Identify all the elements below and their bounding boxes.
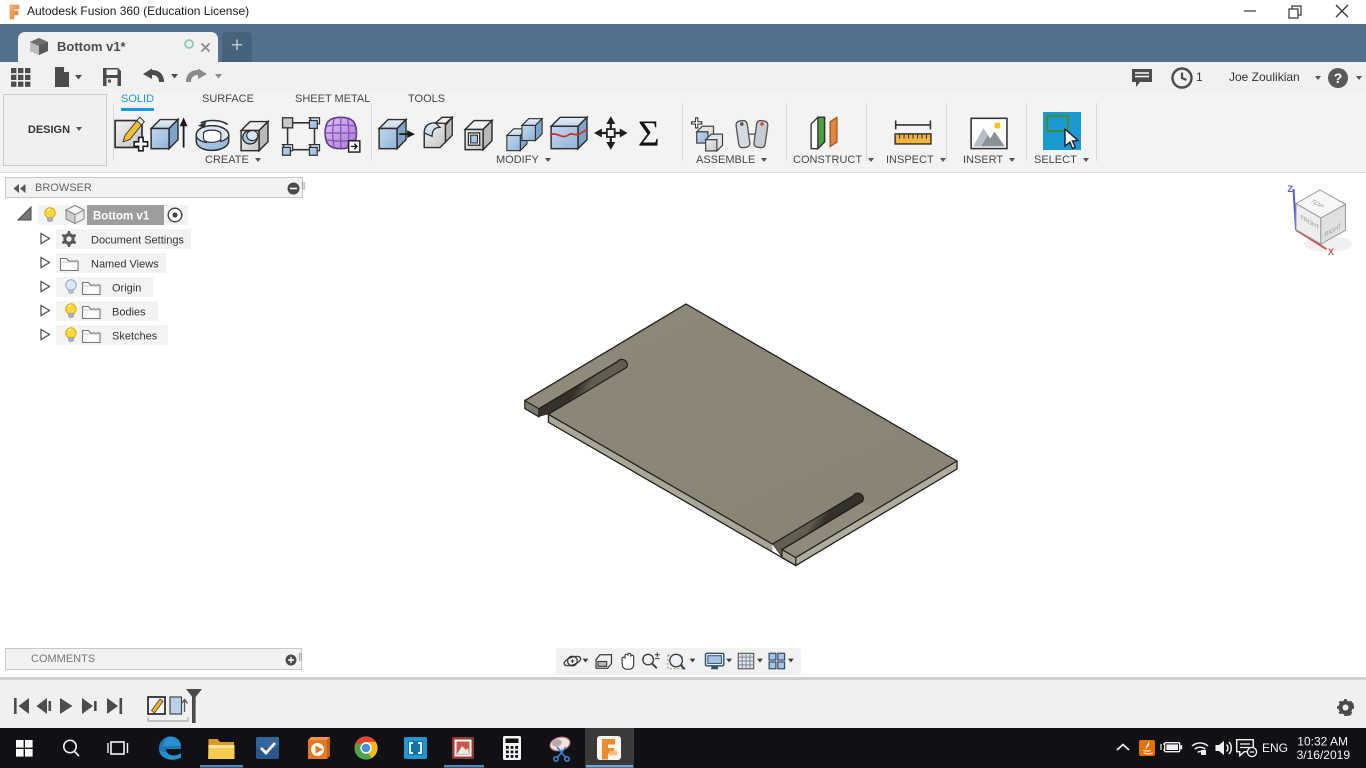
svg-text:Sketches: Sketches xyxy=(112,331,158,343)
svg-text:ENG: ENG xyxy=(1262,741,1288,755)
svg-text:Σ: Σ xyxy=(638,114,660,155)
svg-text:3/16/2019: 3/16/2019 xyxy=(1297,748,1351,762)
svg-text:?: ? xyxy=(1334,70,1343,86)
svg-text:Z: Z xyxy=(1288,184,1294,194)
svg-text:Named Views: Named Views xyxy=(91,259,159,271)
svg-text:10:32 AM: 10:32 AM xyxy=(1297,735,1348,749)
svg-text:Bodies: Bodies xyxy=(112,307,146,319)
svg-text:Bottom v1: Bottom v1 xyxy=(93,211,150,223)
svg-text:X: X xyxy=(1328,247,1334,257)
svg-text:Document Settings: Document Settings xyxy=(91,235,184,247)
svg-text:Origin: Origin xyxy=(112,283,141,295)
